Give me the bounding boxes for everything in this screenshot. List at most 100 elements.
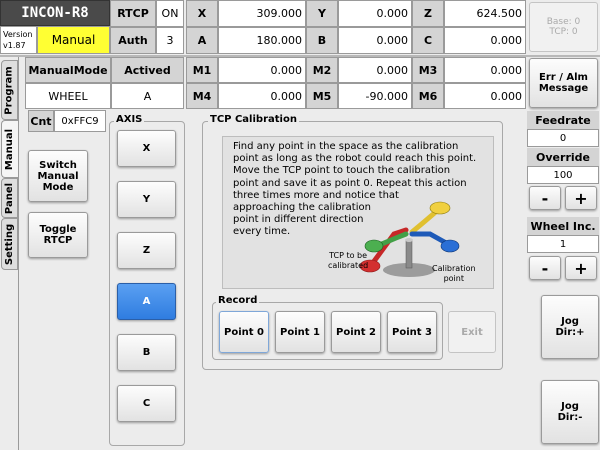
tab-program-label: Program (4, 65, 16, 115)
blue-flange (440, 239, 460, 253)
calibration-callout-line1: Calibration (432, 264, 476, 273)
feedrate-value: 0 (527, 129, 599, 147)
motor-m5-label: M5 (306, 83, 338, 109)
err-alm-line1: Err / Alm (539, 72, 588, 83)
motor-m2-value: 0.000 (338, 57, 412, 83)
err-alm-message-button[interactable]: Err / Alm Message (529, 58, 598, 108)
tab-setting[interactable]: Setting (1, 218, 18, 270)
axis-c-button[interactable]: C (117, 385, 176, 422)
coord-y-value: 0.000 (338, 0, 412, 27)
switch-line3: Mode (42, 181, 74, 193)
override-minus-button[interactable]: - (529, 186, 561, 210)
calibration-callout-line2: point (443, 274, 464, 283)
base-tcp-button: Base: 0 TCP: 0 (529, 2, 598, 52)
calibration-post-top (405, 238, 413, 242)
coord-a-value: 180.000 (218, 27, 306, 54)
tab-panel[interactable]: Panel (1, 178, 18, 218)
motor-m6-label: M6 (412, 83, 444, 109)
coord-z-label: Z (412, 0, 444, 27)
record-point-2-button[interactable]: Point 2 (331, 311, 381, 353)
jog-minus-line1: Jog (561, 401, 579, 412)
coord-c-label: C (412, 27, 444, 54)
actived-label: Actived (111, 57, 184, 83)
jog-minus-line2: Dir:- (557, 412, 583, 423)
tab-setting-label: Setting (4, 223, 15, 265)
coord-x-label: X (186, 0, 218, 27)
jog-plus-line2: Dir:+ (555, 327, 585, 338)
rtcp-value: ON (156, 0, 184, 27)
feedrate-label: Feedrate (527, 111, 599, 129)
override-value: 100 (527, 166, 599, 184)
motor-m1-label: M1 (186, 57, 218, 83)
axis-a-button[interactable]: A (117, 283, 176, 320)
override-label: Override (527, 148, 599, 166)
toggle-rtcp-button[interactable]: Toggle RTCP (28, 212, 88, 258)
coord-a-label: A (186, 27, 218, 54)
tab-panel-label: Panel (4, 182, 16, 214)
axis-y-button[interactable]: Y (117, 181, 176, 218)
instruction-line: point as long as the robot could reach t… (233, 153, 477, 165)
coord-b-label: B (306, 27, 338, 54)
base-label: Base: 0 (546, 17, 581, 27)
tab-manual[interactable]: Manual (1, 120, 18, 178)
wheel-inc-label: Wheel Inc. (527, 217, 599, 235)
auth-value: 3 (156, 27, 184, 54)
err-alm-line2: Message (538, 83, 589, 94)
wheel-inc-plus-button[interactable]: + (565, 256, 597, 280)
motor-m3-label: M3 (412, 57, 444, 83)
mode-indicator: Manual (37, 26, 110, 54)
actived-value: A (111, 83, 184, 109)
coord-y-label: Y (306, 0, 338, 27)
motor-m4-label: M4 (186, 83, 218, 109)
calibration-post (405, 239, 413, 269)
axis-z-button[interactable]: Z (117, 232, 176, 269)
coord-b-value: 0.000 (338, 27, 412, 54)
record-point-1-button[interactable]: Point 1 (275, 311, 325, 353)
cnt-value: 0xFFC9 (54, 110, 106, 132)
tab-program[interactable]: Program (1, 60, 18, 120)
jog-minus-button[interactable]: Jog Dir:- (541, 380, 599, 444)
cnt-label: Cnt (28, 110, 54, 132)
manualmode-label: ManualMode (25, 57, 111, 83)
override-plus-button[interactable]: + (565, 186, 597, 210)
yellow-flange (429, 201, 451, 215)
toggle-line2: RTCP (43, 235, 73, 246)
instruction-line: point and save it as point 0. Repeat thi… (233, 177, 467, 189)
auth-label: Auth (110, 27, 156, 54)
axis-x-button[interactable]: X (117, 130, 176, 167)
calibration-callout: Calibration point (432, 264, 476, 284)
motor-m5-value: -90.000 (338, 83, 412, 109)
coord-z-value: 624.500 (444, 0, 526, 27)
record-point-3-button[interactable]: Point 3 (387, 311, 437, 353)
axis-b-button[interactable]: B (117, 334, 176, 371)
instruction-line: Find any point in the space as the calib… (233, 141, 459, 152)
switch-manual-mode-button[interactable]: Switch Manual Mode (28, 150, 88, 202)
jog-plus-button[interactable]: Jog Dir:+ (541, 295, 599, 359)
motor-m1-value: 0.000 (218, 57, 306, 83)
rtcp-label: RTCP (110, 0, 156, 27)
coord-x-value: 309.000 (218, 0, 306, 27)
exit-button[interactable]: Exit (448, 311, 496, 353)
manualmode-value: WHEEL (25, 83, 111, 109)
record-point-0-button[interactable]: Point 0 (219, 311, 269, 353)
axis-group-label: AXIS (114, 114, 145, 125)
tcp-callout-line1: TCP to be (329, 251, 368, 260)
switch-line2: Manual (37, 170, 79, 182)
tcp-callout-line2: calibrated (328, 261, 369, 270)
motor-m3-value: 0.000 (444, 57, 526, 83)
version-label: Version v1.87 (0, 26, 37, 54)
wheel-inc-value: 1 (527, 235, 599, 253)
toggle-line1: Toggle (39, 224, 77, 235)
wheel-inc-minus-button[interactable]: - (529, 256, 561, 280)
tab-border (18, 57, 19, 450)
motor-m2-label: M2 (306, 57, 338, 83)
motor-m6-value: 0.000 (444, 83, 526, 109)
switch-line1: Switch (39, 159, 77, 171)
tcp-callout: TCP to be calibrated (328, 251, 368, 271)
instruction-line: Move the TCP point to touch the calibrat… (233, 165, 451, 177)
tab-manual-label: Manual (4, 128, 16, 170)
motor-m4-value: 0.000 (218, 83, 306, 109)
tcp-calibration-title: TCP Calibration (208, 114, 299, 125)
yellow-arm (409, 207, 441, 235)
jog-plus-line1: Jog (561, 316, 579, 327)
